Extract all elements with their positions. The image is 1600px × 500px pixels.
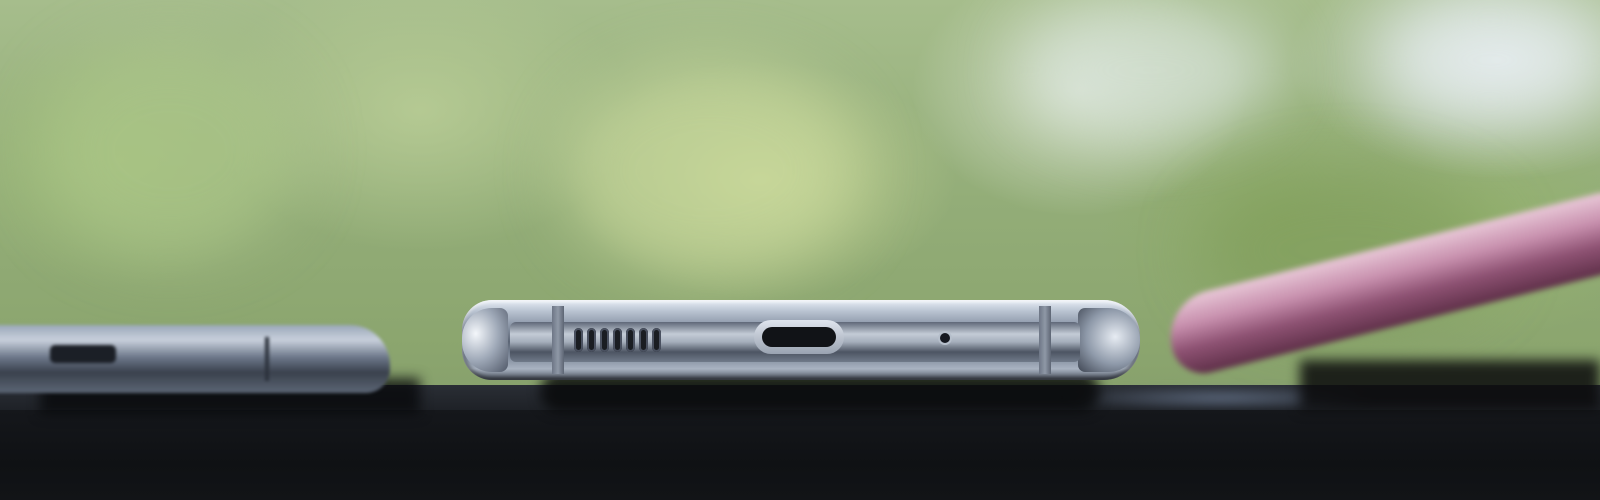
- speaker-hole: [613, 328, 622, 352]
- table-edge: [0, 410, 1600, 500]
- left-phone: [0, 325, 390, 393]
- antenna-band-right: [1039, 306, 1051, 374]
- sky-blob: [1020, 0, 1280, 140]
- speaker-hole: [626, 328, 635, 352]
- photo-scene: [0, 0, 1600, 500]
- speaker-hole: [574, 328, 583, 352]
- left-phone-port: [50, 345, 116, 363]
- usb-c-port-opening: [762, 327, 836, 347]
- antenna-band-left: [552, 306, 564, 374]
- foliage-blob: [40, 40, 300, 260]
- right-phone-shadow: [1300, 360, 1600, 410]
- sky-blob: [1380, 0, 1600, 120]
- speaker-hole: [652, 328, 661, 352]
- speaker-hole: [639, 328, 648, 352]
- speaker-hole: [587, 328, 596, 352]
- foliage-blob: [560, 60, 860, 280]
- usb-c-port: [754, 320, 844, 354]
- center-phone: [462, 300, 1140, 380]
- speaker-hole: [600, 328, 609, 352]
- microphone-hole: [940, 333, 950, 343]
- phone-rounded-end-right: [1078, 308, 1140, 372]
- left-phone-seam: [265, 337, 269, 381]
- speaker-grille: [574, 326, 668, 354]
- phone-rounded-end-left: [462, 308, 508, 372]
